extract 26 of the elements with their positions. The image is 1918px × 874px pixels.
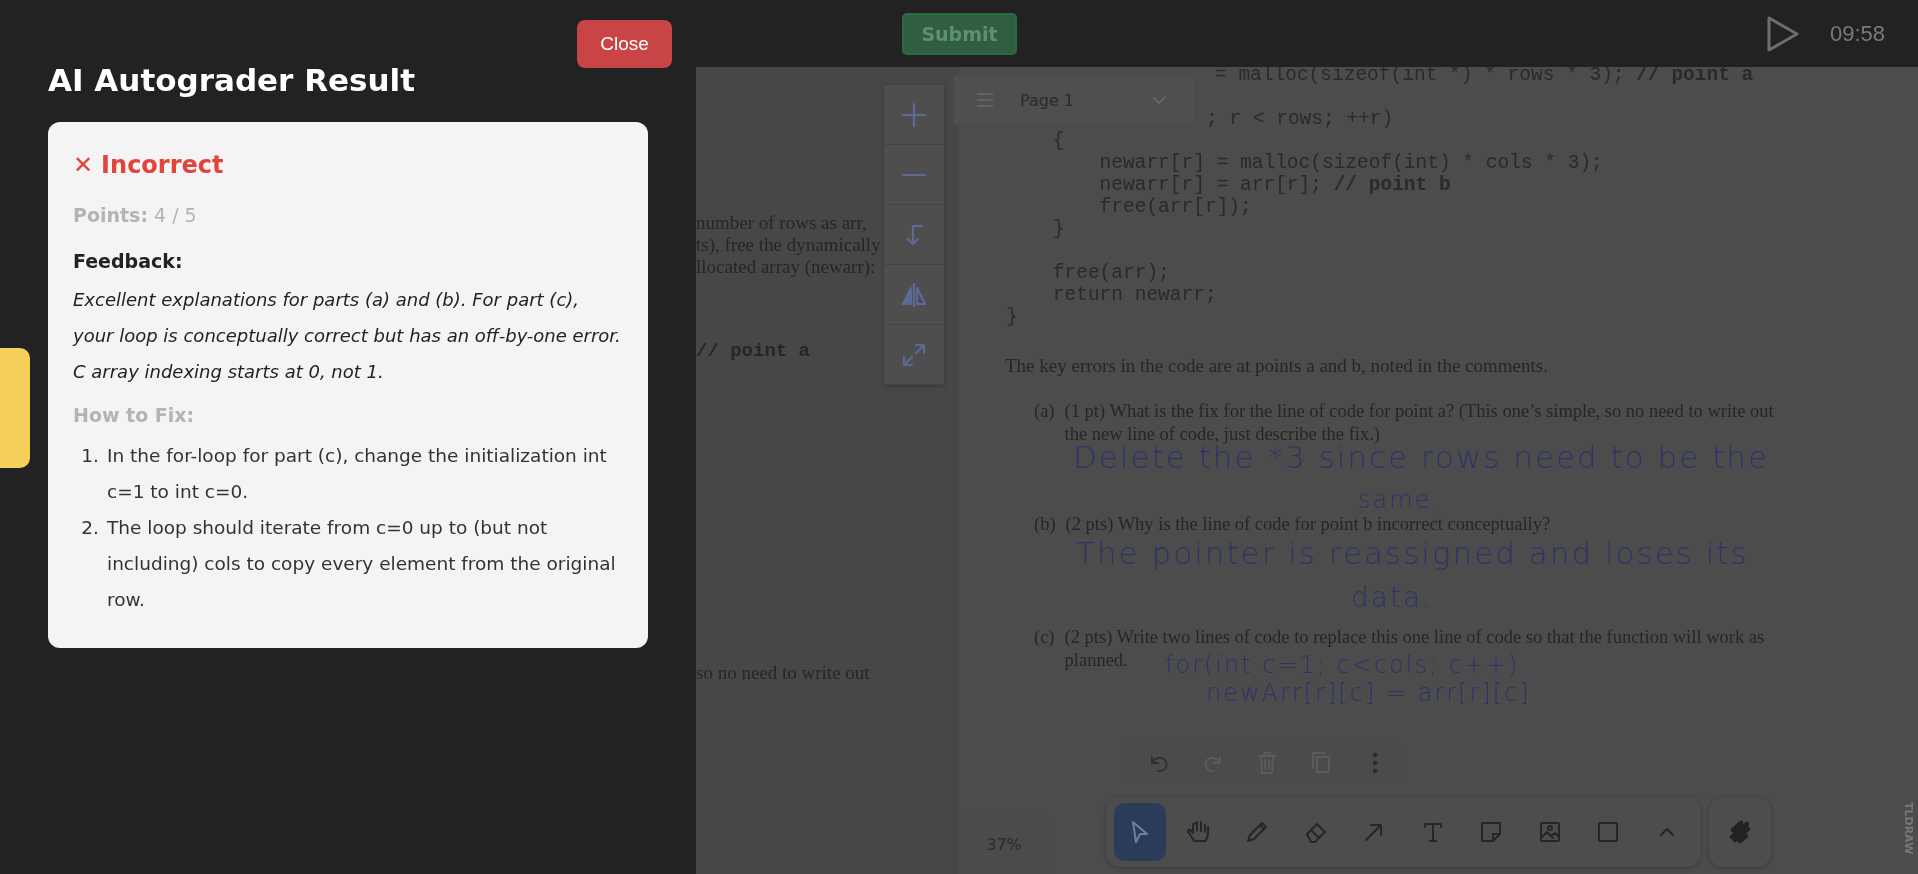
more-icon bbox=[1372, 752, 1378, 774]
panel-title: AI Autograder Result bbox=[48, 61, 416, 100]
step-number: 1. bbox=[80, 444, 99, 468]
cross-icon: ✕ bbox=[73, 148, 94, 182]
play-icon[interactable] bbox=[1765, 14, 1800, 53]
code-line: { bbox=[1051, 130, 1065, 152]
fix-step: In the for-loop for part (c), change the initialization int c=1 to int c=0. bbox=[107, 438, 623, 510]
flip-icon bbox=[900, 280, 928, 309]
code-line: } bbox=[1051, 218, 1065, 240]
timer: 09:58 bbox=[1829, 20, 1885, 47]
chevron-up-icon bbox=[1658, 827, 1675, 837]
fix-step: The loop should iterate from c=0 up to (but not including) cols to copy every element from the original row. bbox=[107, 510, 623, 618]
code-line: } bbox=[1006, 306, 1018, 328]
fix-heading: How to Fix: bbox=[73, 403, 195, 428]
verdict-label: Incorrect bbox=[101, 150, 224, 181]
scribble-button[interactable] bbox=[1709, 797, 1771, 867]
points-text: Points: 4 / 5 bbox=[73, 203, 197, 228]
close-button[interactable]: Close bbox=[577, 20, 672, 68]
feedback-heading: Feedback: bbox=[73, 249, 183, 274]
plus-icon bbox=[900, 100, 928, 129]
select-tool[interactable] bbox=[1114, 803, 1166, 861]
step-number: 2. bbox=[80, 516, 99, 540]
minus-icon bbox=[901, 172, 927, 177]
chevron-down-icon bbox=[1152, 95, 1166, 105]
side-tab[interactable] bbox=[0, 348, 30, 468]
feedback-text: Excellent explanations for parts (a) and (b). For part (c), your loop is conceptually correct but has an off-by-one error. C array indexing starts at 0, not 1. bbox=[73, 288, 622, 384]
